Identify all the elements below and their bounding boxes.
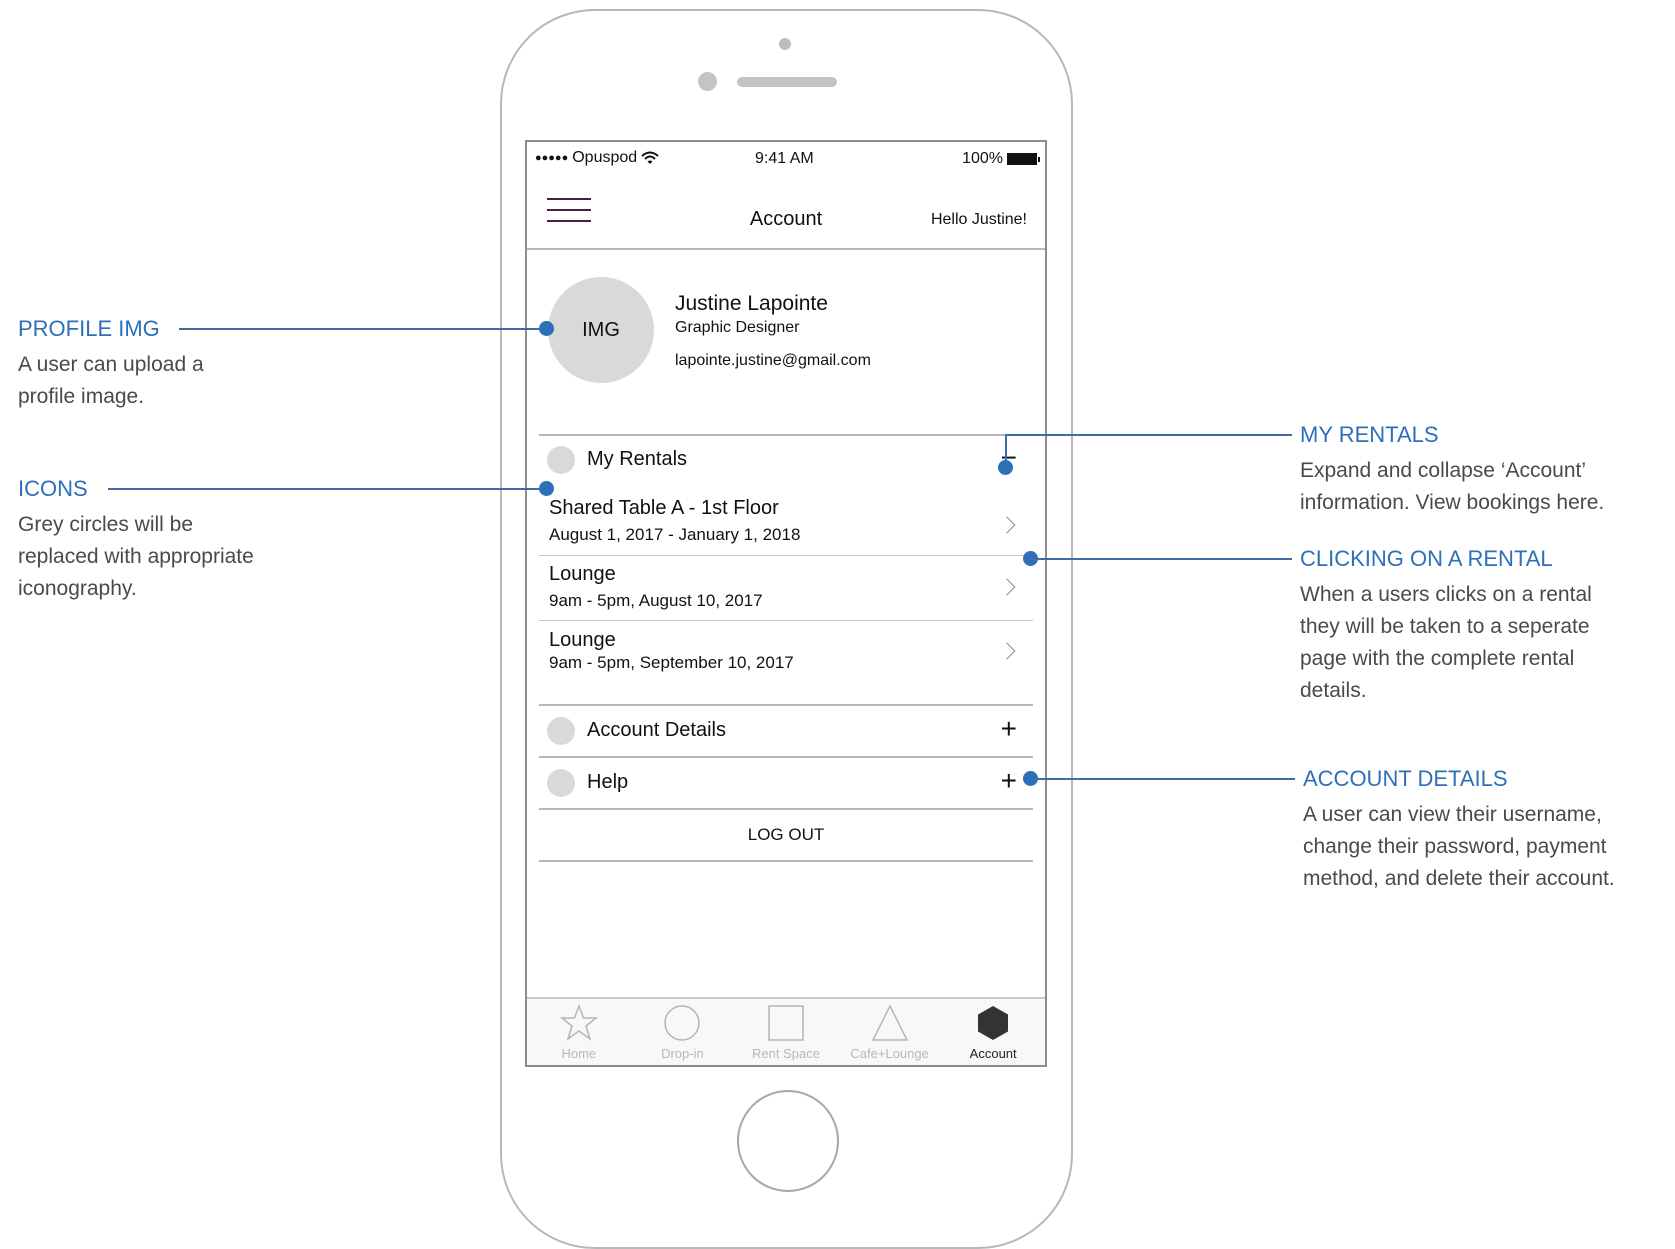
annotation-line: profile image. — [18, 385, 145, 408]
tab-label: Account — [969, 1046, 1017, 1061]
profile-email: lapointe.justine@gmail.com — [675, 352, 871, 369]
rental-item[interactable]: Lounge 9am - 5pm, August 10, 2017 — [539, 563, 1033, 619]
annotation-line: details. — [1300, 679, 1367, 702]
battery-percent: 100% — [962, 150, 1003, 167]
account-details-header[interactable]: Account Details + — [539, 706, 1033, 756]
rental-item[interactable]: Shared Table A - 1st Floor August 1, 201… — [539, 497, 1033, 553]
annotation-dot — [539, 481, 554, 496]
rental-title: Lounge — [549, 629, 616, 651]
annotation-title: ACCOUNT DETAILS — [1303, 766, 1508, 791]
hexagon-icon — [978, 1006, 1009, 1040]
annotation-title: PROFILE IMG — [18, 316, 160, 341]
battery-icon — [1007, 153, 1040, 165]
logout-label: LOG OUT — [747, 825, 825, 844]
nav-bar: Account Hello Justine! — [527, 174, 1045, 250]
annotation-line: change their password, payment — [1303, 835, 1607, 858]
annotation-body: A user can view their username, change t… — [1303, 799, 1615, 895]
earpiece-speaker — [737, 77, 837, 87]
triangle-icon — [871, 1004, 908, 1041]
annotation-dot — [539, 321, 554, 336]
tab-bar: Home Drop-in Rent Space Cafe+Lounge Acco… — [527, 997, 1045, 1065]
annotation-line: Grey circles will be — [18, 513, 194, 536]
annotation-line: they will be taken to a seperate — [1300, 615, 1590, 638]
rental-item[interactable]: Lounge 9am - 5pm, September 10, 2017 — [539, 629, 1033, 685]
avatar-placeholder-text: IMG — [582, 318, 620, 341]
annotation-line: When a users clicks on a rental — [1300, 583, 1592, 606]
profile-avatar[interactable]: IMG — [548, 277, 654, 383]
annotation-body: Grey circles will be replaced with appro… — [18, 509, 254, 605]
my-rentals-header[interactable]: My Rentals − — [539, 435, 1033, 485]
tab-account[interactable]: Account — [941, 999, 1045, 1063]
annotation-leader — [179, 328, 545, 330]
annotation-title: CLICKING ON A RENTAL — [1300, 546, 1553, 571]
user-greeting: Hello Justine! — [930, 211, 1027, 228]
profile-name: Justine Lapointe — [675, 292, 828, 315]
tab-drop-in[interactable]: Drop-in — [631, 999, 735, 1063]
rental-title: Lounge — [549, 563, 616, 585]
tab-label: Drop-in — [661, 1046, 704, 1061]
carrier-name: Opuspod — [572, 149, 638, 166]
help-header[interactable]: Help + — [539, 758, 1033, 808]
account-details-icon — [547, 717, 575, 745]
annotation-line: Expand and collapse ‘Account’ — [1300, 459, 1587, 482]
annotation-line: page with the complete rental — [1300, 647, 1575, 670]
star-icon — [559, 1003, 598, 1041]
tab-home[interactable]: Home — [527, 999, 631, 1063]
status-bar: ●●●●● Opuspod 9:41 AM 100% — [527, 142, 1045, 172]
help-icon — [547, 769, 575, 797]
tab-label: Rent Space — [752, 1046, 820, 1061]
front-camera — [698, 72, 717, 91]
circle-icon — [664, 1005, 701, 1041]
tab-label: Home — [561, 1046, 597, 1061]
chevron-right-icon — [998, 642, 1016, 660]
carrier-info: ●●●●● Opuspod — [535, 149, 659, 167]
signal-dots: ●●●●● — [535, 152, 569, 164]
tab-cafe-lounge[interactable]: Cafe+Lounge — [838, 999, 942, 1063]
annotation-line: A user can view their username, — [1303, 803, 1602, 826]
rental-date: August 1, 2017 - January 1, 2018 — [549, 525, 801, 544]
rental-date: 9am - 5pm, September 10, 2017 — [549, 653, 794, 672]
annotation-leader — [1030, 558, 1292, 560]
annotation-line: method, and delete their account. — [1303, 867, 1615, 890]
battery-status: 100% — [962, 150, 1040, 168]
divider — [539, 860, 1033, 862]
tab-rent-space[interactable]: Rent Space — [734, 999, 838, 1063]
annotation-body: When a users clicks on a rental they wil… — [1300, 579, 1592, 707]
rental-date: 9am - 5pm, August 10, 2017 — [549, 591, 763, 610]
chevron-right-icon — [998, 578, 1016, 596]
tab-label: Cafe+Lounge — [850, 1046, 929, 1061]
annotation-title: ICONS — [18, 476, 88, 501]
help-label: Help — [587, 771, 629, 793]
rental-title: Shared Table A - 1st Floor — [549, 497, 779, 519]
chevron-right-icon — [998, 516, 1016, 534]
square-icon — [768, 1005, 804, 1041]
proximity-sensor — [779, 38, 791, 50]
logout-button[interactable]: LOG OUT — [539, 810, 1033, 860]
home-button[interactable] — [737, 1090, 839, 1192]
annotation-body: A user can upload a profile image. — [18, 349, 204, 413]
expand-icon[interactable]: + — [1001, 765, 1017, 797]
annotation-line: replaced with appropriate — [18, 545, 254, 568]
annotation-leader — [1005, 434, 1292, 436]
annotation-title: MY RENTALS — [1300, 422, 1439, 447]
account-details-label: Account Details — [587, 719, 726, 741]
annotation-leader — [108, 488, 545, 490]
annotation-line: information. View bookings here. — [1300, 491, 1605, 514]
wifi-icon — [641, 151, 659, 164]
annotation-line: iconography. — [18, 577, 137, 600]
annotation-line: A user can upload a — [18, 353, 204, 376]
my-rentals-icon — [547, 446, 575, 474]
annotation-body: Expand and collapse ‘Account’ informatio… — [1300, 455, 1604, 519]
divider — [539, 620, 1033, 621]
profile-role: Graphic Designer — [675, 319, 800, 336]
expand-icon[interactable]: + — [1001, 713, 1017, 745]
status-time: 9:41 AM — [755, 150, 814, 167]
annotation-dot — [998, 460, 1013, 475]
annotation-leader — [1030, 778, 1295, 780]
divider — [539, 555, 1033, 556]
my-rentals-label: My Rentals — [587, 448, 688, 470]
phone-screen: ●●●●● Opuspod 9:41 AM 100% Account Hello… — [525, 140, 1047, 1067]
